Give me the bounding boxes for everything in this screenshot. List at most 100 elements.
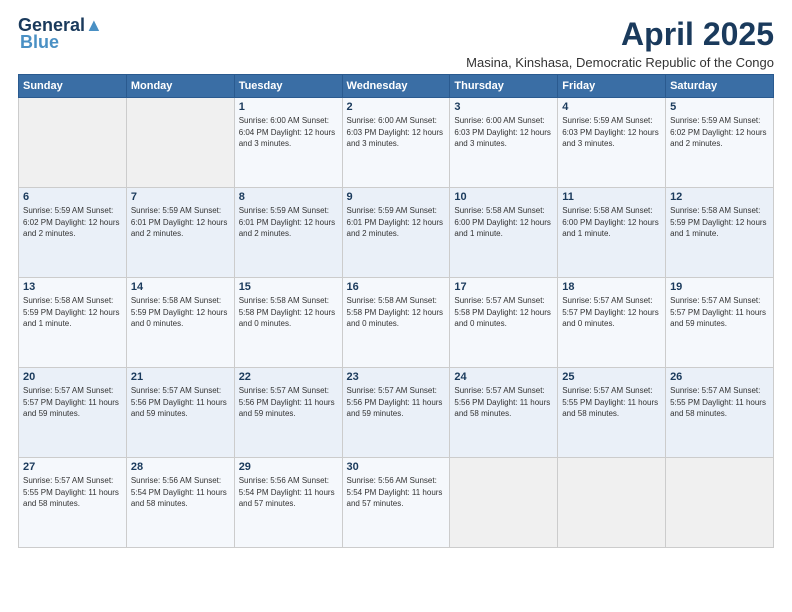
day-number: 16 bbox=[347, 281, 446, 293]
day-info: Sunrise: 5:58 AM Sunset: 5:59 PM Dayligh… bbox=[670, 205, 769, 240]
day-info: Sunrise: 5:56 AM Sunset: 5:54 PM Dayligh… bbox=[347, 475, 446, 510]
day-cell: 13Sunrise: 5:58 AM Sunset: 5:59 PM Dayli… bbox=[19, 278, 127, 368]
day-cell: 11 Sunrise: 5:58 AM Sunset: 6:00 PM Dayli… bbox=[558, 188, 666, 278]
logo: General▲ Blue bbox=[18, 16, 103, 53]
day-info: Sunrise: 5:58 AM Sunset: 6:00 PM Dayligh… bbox=[562, 205, 661, 240]
day-info: Sunrise: 6:00 AM Sunset: 6:03 PM Dayligh… bbox=[454, 115, 553, 150]
day-number: 12 bbox=[670, 191, 769, 203]
day-cell: 19 Sunrise: 5:57 AM Sunset: 5:57 PM Dayli… bbox=[666, 278, 774, 368]
title-block: April 2025 Masina, Kinshasa, Democratic … bbox=[466, 16, 774, 70]
day-cell: 14 Sunrise: 5:58 AM Sunset: 5:59 PM Dayli… bbox=[126, 278, 234, 368]
day-cell: 20 Sunrise: 5:57 AM Sunset: 5:57 PM Dayli… bbox=[19, 368, 127, 458]
day-info: Sunrise: 5:57 AM Sunset: 5:57 PM Dayligh… bbox=[562, 295, 661, 330]
day-info: Sunrise: 5:59 AM Sunset: 6:01 PM Dayligh… bbox=[347, 205, 446, 240]
day-number: 9 bbox=[347, 191, 446, 203]
day-number: 1 bbox=[239, 101, 338, 113]
day-cell: 2 Sunrise: 6:00 AM Sunset: 6:03 PM Daylig… bbox=[342, 98, 450, 188]
week-row-0: 1 Sunrise: 6:00 AM Sunset: 6:04 PM Daylig… bbox=[19, 98, 774, 188]
day-info: Sunrise: 5:59 AM Sunset: 6:02 PM Dayligh… bbox=[670, 115, 769, 150]
day-info: Sunrise: 5:56 AM Sunset: 5:54 PM Dayligh… bbox=[239, 475, 338, 510]
day-cell: 26 Sunrise: 5:57 AM Sunset: 5:55 PM Dayli… bbox=[666, 368, 774, 458]
day-number: 14 bbox=[131, 281, 230, 293]
day-cell: 29 Sunrise: 5:56 AM Sunset: 5:54 PM Dayli… bbox=[234, 458, 342, 548]
day-info: Sunrise: 5:57 AM Sunset: 5:57 PM Dayligh… bbox=[23, 385, 122, 420]
day-cell: 4Sunrise: 5:59 AM Sunset: 6:03 PM Daylig… bbox=[558, 98, 666, 188]
header-row: Sunday Monday Tuesday Wednesday Thursday… bbox=[19, 75, 774, 98]
day-number: 4 bbox=[562, 101, 661, 113]
day-info: Sunrise: 5:59 AM Sunset: 6:01 PM Dayligh… bbox=[131, 205, 230, 240]
day-info: Sunrise: 5:57 AM Sunset: 5:56 PM Dayligh… bbox=[454, 385, 553, 420]
day-info: Sunrise: 5:58 AM Sunset: 5:58 PM Dayligh… bbox=[239, 295, 338, 330]
week-row-2: 13Sunrise: 5:58 AM Sunset: 5:59 PM Dayli… bbox=[19, 278, 774, 368]
subtitle: Masina, Kinshasa, Democratic Republic of… bbox=[466, 55, 774, 70]
week-row-3: 20 Sunrise: 5:57 AM Sunset: 5:57 PM Dayli… bbox=[19, 368, 774, 458]
day-cell bbox=[558, 458, 666, 548]
day-number: 7 bbox=[131, 191, 230, 203]
col-monday: Monday bbox=[126, 75, 234, 98]
day-cell: 23Sunrise: 5:57 AM Sunset: 5:56 PM Dayli… bbox=[342, 368, 450, 458]
week-row-4: 27 Sunrise: 5:57 AM Sunset: 5:55 PM Dayli… bbox=[19, 458, 774, 548]
day-number: 5 bbox=[670, 101, 769, 113]
day-number: 29 bbox=[239, 461, 338, 473]
col-tuesday: Tuesday bbox=[234, 75, 342, 98]
day-cell: 9 Sunrise: 5:59 AM Sunset: 6:01 PM Daylig… bbox=[342, 188, 450, 278]
day-number: 8 bbox=[239, 191, 338, 203]
day-info: Sunrise: 5:57 AM Sunset: 5:56 PM Dayligh… bbox=[239, 385, 338, 420]
day-cell: 15 Sunrise: 5:58 AM Sunset: 5:58 PM Dayli… bbox=[234, 278, 342, 368]
week-row-1: 6 Sunrise: 5:59 AM Sunset: 6:02 PM Daylig… bbox=[19, 188, 774, 278]
day-cell: 7 Sunrise: 5:59 AM Sunset: 6:01 PM Daylig… bbox=[126, 188, 234, 278]
day-number: 6 bbox=[23, 191, 122, 203]
day-info: Sunrise: 5:57 AM Sunset: 5:56 PM Dayligh… bbox=[347, 385, 446, 420]
day-info: Sunrise: 6:00 AM Sunset: 6:03 PM Dayligh… bbox=[347, 115, 446, 150]
day-cell bbox=[666, 458, 774, 548]
day-number: 25 bbox=[562, 371, 661, 383]
day-number: 3 bbox=[454, 101, 553, 113]
day-cell: 30Sunrise: 5:56 AM Sunset: 5:54 PM Dayli… bbox=[342, 458, 450, 548]
day-number: 2 bbox=[347, 101, 446, 113]
day-number: 24 bbox=[454, 371, 553, 383]
day-number: 21 bbox=[131, 371, 230, 383]
day-cell bbox=[19, 98, 127, 188]
day-info: Sunrise: 6:00 AM Sunset: 6:04 PM Dayligh… bbox=[239, 115, 338, 150]
day-number: 20 bbox=[23, 371, 122, 383]
day-info: Sunrise: 5:57 AM Sunset: 5:55 PM Dayligh… bbox=[562, 385, 661, 420]
day-number: 28 bbox=[131, 461, 230, 473]
col-thursday: Thursday bbox=[450, 75, 558, 98]
day-info: Sunrise: 5:57 AM Sunset: 5:57 PM Dayligh… bbox=[670, 295, 769, 330]
day-cell: 3 Sunrise: 6:00 AM Sunset: 6:03 PM Daylig… bbox=[450, 98, 558, 188]
day-number: 26 bbox=[670, 371, 769, 383]
day-info: Sunrise: 5:59 AM Sunset: 6:02 PM Dayligh… bbox=[23, 205, 122, 240]
day-info: Sunrise: 5:57 AM Sunset: 5:58 PM Dayligh… bbox=[454, 295, 553, 330]
day-info: Sunrise: 5:56 AM Sunset: 5:54 PM Dayligh… bbox=[131, 475, 230, 510]
day-info: Sunrise: 5:59 AM Sunset: 6:01 PM Dayligh… bbox=[239, 205, 338, 240]
day-cell: 25 Sunrise: 5:57 AM Sunset: 5:55 PM Dayli… bbox=[558, 368, 666, 458]
day-info: Sunrise: 5:57 AM Sunset: 5:55 PM Dayligh… bbox=[23, 475, 122, 510]
day-info: Sunrise: 5:58 AM Sunset: 6:00 PM Dayligh… bbox=[454, 205, 553, 240]
day-number: 27 bbox=[23, 461, 122, 473]
day-info: Sunrise: 5:58 AM Sunset: 5:59 PM Dayligh… bbox=[131, 295, 230, 330]
day-info: Sunrise: 5:57 AM Sunset: 5:55 PM Dayligh… bbox=[670, 385, 769, 420]
day-cell: 24 Sunrise: 5:57 AM Sunset: 5:56 PM Dayli… bbox=[450, 368, 558, 458]
day-number: 17 bbox=[454, 281, 553, 293]
day-number: 19 bbox=[670, 281, 769, 293]
day-cell: 5 Sunrise: 5:59 AM Sunset: 6:02 PM Daylig… bbox=[666, 98, 774, 188]
day-cell bbox=[450, 458, 558, 548]
calendar-table: Sunday Monday Tuesday Wednesday Thursday… bbox=[18, 74, 774, 548]
logo-blue: Blue bbox=[20, 32, 59, 53]
day-cell: 6 Sunrise: 5:59 AM Sunset: 6:02 PM Daylig… bbox=[19, 188, 127, 278]
day-cell: 10 Sunrise: 5:58 AM Sunset: 6:00 PM Dayli… bbox=[450, 188, 558, 278]
day-info: Sunrise: 5:58 AM Sunset: 5:59 PM Dayligh… bbox=[23, 295, 122, 330]
day-number: 11 bbox=[562, 191, 661, 203]
day-number: 10 bbox=[454, 191, 553, 203]
day-number: 18 bbox=[562, 281, 661, 293]
calendar-body: 1 Sunrise: 6:00 AM Sunset: 6:04 PM Daylig… bbox=[19, 98, 774, 548]
day-info: Sunrise: 5:57 AM Sunset: 5:56 PM Dayligh… bbox=[131, 385, 230, 420]
day-number: 15 bbox=[239, 281, 338, 293]
day-cell: 22Sunrise: 5:57 AM Sunset: 5:56 PM Dayli… bbox=[234, 368, 342, 458]
day-cell: 27 Sunrise: 5:57 AM Sunset: 5:55 PM Dayli… bbox=[19, 458, 127, 548]
day-cell: 17 Sunrise: 5:57 AM Sunset: 5:58 PM Dayli… bbox=[450, 278, 558, 368]
calendar-header: Sunday Monday Tuesday Wednesday Thursday… bbox=[19, 75, 774, 98]
day-cell: 21 Sunrise: 5:57 AM Sunset: 5:56 PM Dayli… bbox=[126, 368, 234, 458]
page: General▲ Blue April 2025 Masina, Kinshas… bbox=[0, 0, 792, 612]
day-cell: 18 Sunrise: 5:57 AM Sunset: 5:57 PM Dayli… bbox=[558, 278, 666, 368]
